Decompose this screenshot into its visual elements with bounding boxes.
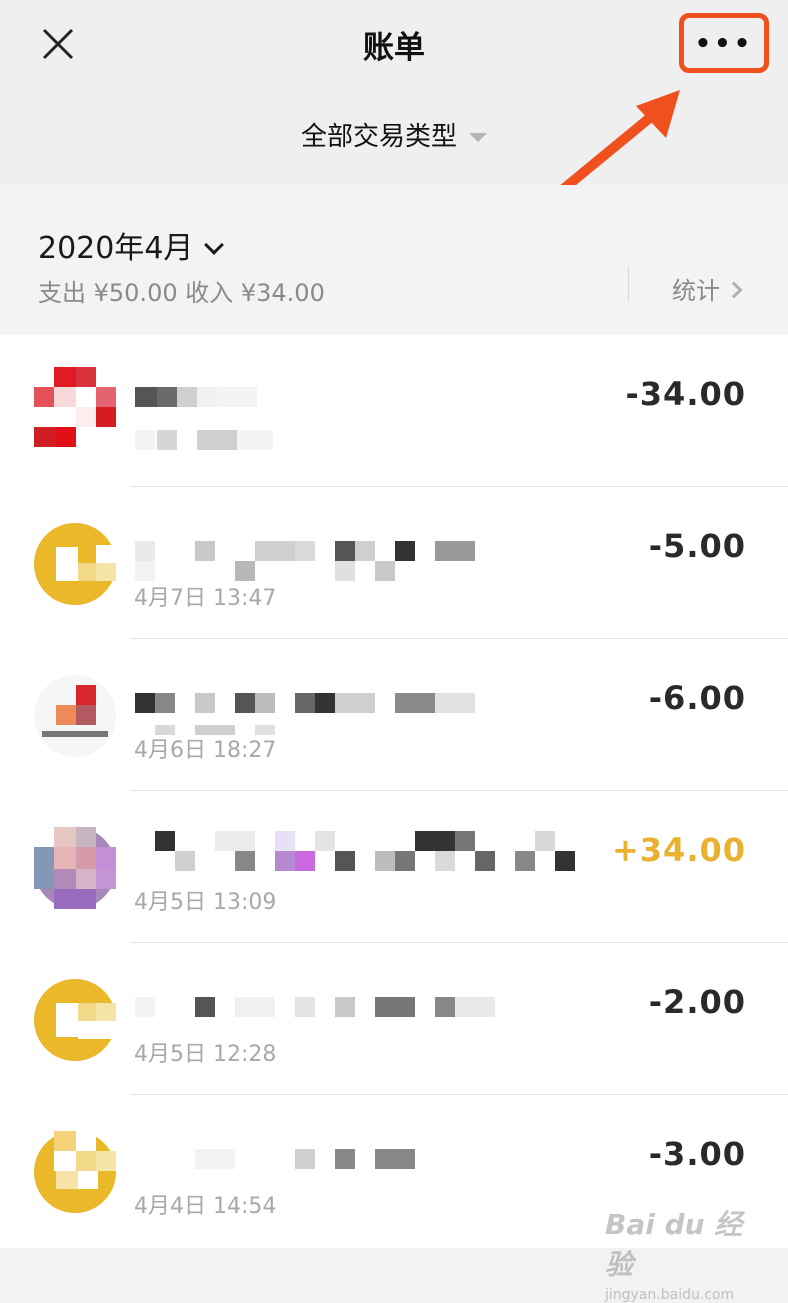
filter-label: 全部交易类型 <box>300 122 457 152</box>
merchant-name-redacted <box>135 987 575 1023</box>
transaction-date: 4月6日 18:27 <box>134 738 277 763</box>
divider <box>628 267 629 301</box>
transaction-amount: +34.00 <box>611 831 746 869</box>
chevron-right-icon <box>725 281 743 299</box>
merchant-avatar <box>34 1131 116 1213</box>
more-icon: ••• <box>694 29 754 59</box>
transaction-row[interactable]: 4月7日 13:47 -5.00 <box>0 487 788 639</box>
transaction-amount: -6.00 <box>648 679 746 717</box>
caret-down-icon <box>469 133 487 142</box>
detail-redacted <box>135 420 575 456</box>
top-bar: 账单 ••• 全部交易类型 <box>0 0 788 205</box>
transaction-amount: -5.00 <box>648 527 746 565</box>
merchant-name-redacted <box>135 831 575 871</box>
transaction-date: 4月5日 13:09 <box>134 890 277 915</box>
month-totals: 支出 ¥50.00 收入 ¥34.00 <box>38 279 325 307</box>
transaction-amount: -34.00 <box>625 375 746 413</box>
transaction-row[interactable]: 4月5日 12:28 -2.00 <box>0 943 788 1095</box>
merchant-avatar <box>34 523 116 605</box>
more-button[interactable]: ••• <box>679 13 769 73</box>
merchant-avatar <box>34 979 116 1061</box>
transaction-list: -34.00 4月7日 13:47 -5.00 4月6日 18:27 -6.00… <box>0 335 788 1248</box>
month-selector[interactable]: 2020年4月 <box>38 223 225 267</box>
month-label: 2020年4月 <box>38 231 194 266</box>
page-title: 账单 <box>363 30 425 66</box>
watermark-logo: Bai du 经验 <box>605 1208 743 1281</box>
transaction-row[interactable]: -34.00 <box>0 335 788 487</box>
detail-redacted <box>135 551 575 581</box>
chevron-down-icon <box>204 235 225 255</box>
transaction-row[interactable]: 4月6日 18:27 -6.00 <box>0 639 788 791</box>
user-avatar <box>34 827 116 909</box>
merchant-name-redacted <box>135 1139 575 1175</box>
transaction-date: 4月5日 12:28 <box>134 1042 277 1067</box>
transaction-date: 4月7日 13:47 <box>134 586 277 611</box>
statistics-link[interactable]: 统计 <box>672 271 743 306</box>
watermark-url: jingyan.baidu.com <box>605 1287 735 1303</box>
transaction-amount: -3.00 <box>648 1135 746 1173</box>
merchant-avatar <box>34 675 116 757</box>
merchant-avatar <box>34 367 116 449</box>
watermark: Bai du 经验 jingyan.baidu.com <box>605 1203 755 1303</box>
transaction-row[interactable]: 4月5日 13:09 +34.00 <box>0 791 788 943</box>
month-summary: 2020年4月 支出 ¥50.00 收入 ¥34.00 统计 <box>0 185 788 335</box>
merchant-name-redacted <box>135 377 575 413</box>
transaction-amount: -2.00 <box>648 983 746 1021</box>
merchant-name-redacted <box>135 683 575 719</box>
transaction-date: 4月4日 14:54 <box>134 1194 277 1219</box>
statistics-label: 统计 <box>672 277 720 305</box>
